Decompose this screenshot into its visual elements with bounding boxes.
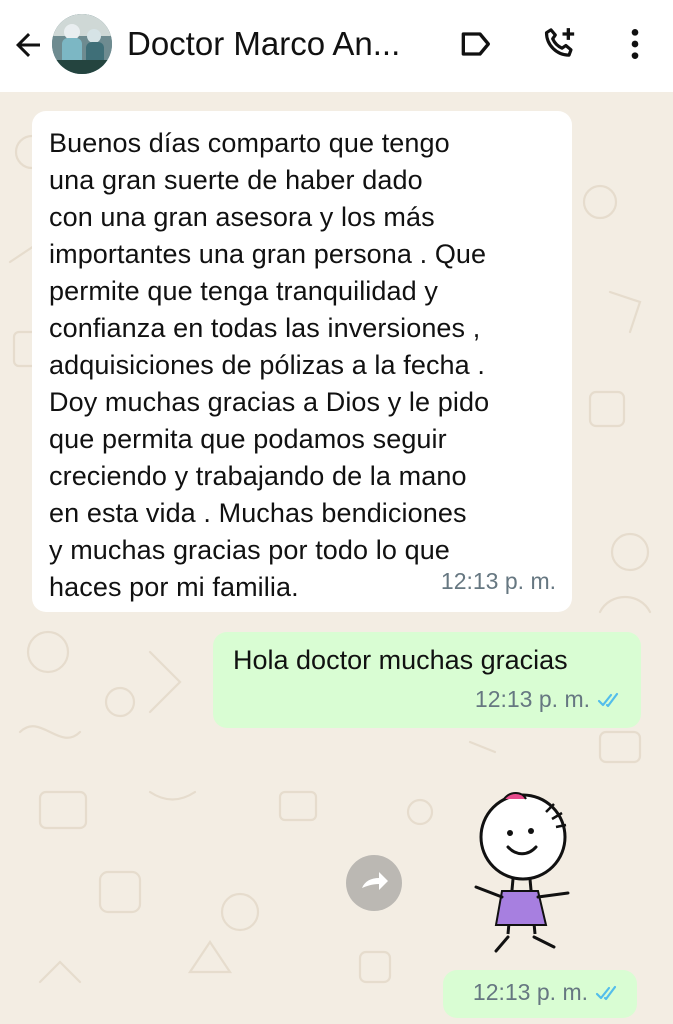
- add-call-icon[interactable]: [540, 24, 580, 64]
- contact-name[interactable]: Doctor Marco An...: [127, 22, 437, 66]
- message-time: 12:13 p. m.: [474, 686, 590, 712]
- avatar-photo: [52, 14, 112, 74]
- incoming-message[interactable]: Buenos días comparto que tengo una gran …: [32, 111, 572, 612]
- label-icon[interactable]: [455, 24, 495, 64]
- avatar[interactable]: [52, 14, 112, 74]
- forward-icon: [362, 872, 388, 890]
- message-meta: 12:13 p. m.: [475, 681, 627, 718]
- read-ticks-icon: [595, 985, 617, 1000]
- message-time: 12:13 p. m.: [472, 979, 588, 1005]
- sticker-image[interactable]: [468, 787, 588, 962]
- forward-button[interactable]: [346, 855, 402, 911]
- back-arrow-icon[interactable]: [10, 27, 46, 63]
- message-meta: 12:13 p. m.: [473, 979, 625, 1006]
- chat-area[interactable]: Buenos días comparto que tengo una gran …: [0, 92, 673, 1024]
- sticker-meta-bubble: 12:13 p. m.: [443, 970, 637, 1018]
- message-text: Hola doctor muchas gracias: [233, 645, 568, 675]
- read-ticks-icon: [597, 692, 619, 707]
- message-time: 12:13 p. m.: [440, 568, 556, 594]
- outgoing-message[interactable]: Hola doctor muchas gracias 12:13 p. m.: [213, 632, 641, 728]
- chat-header: Doctor Marco An...: [0, 0, 673, 92]
- message-text: Buenos días comparto que tengo una gran …: [49, 128, 490, 602]
- more-vert-icon[interactable]: [615, 24, 655, 64]
